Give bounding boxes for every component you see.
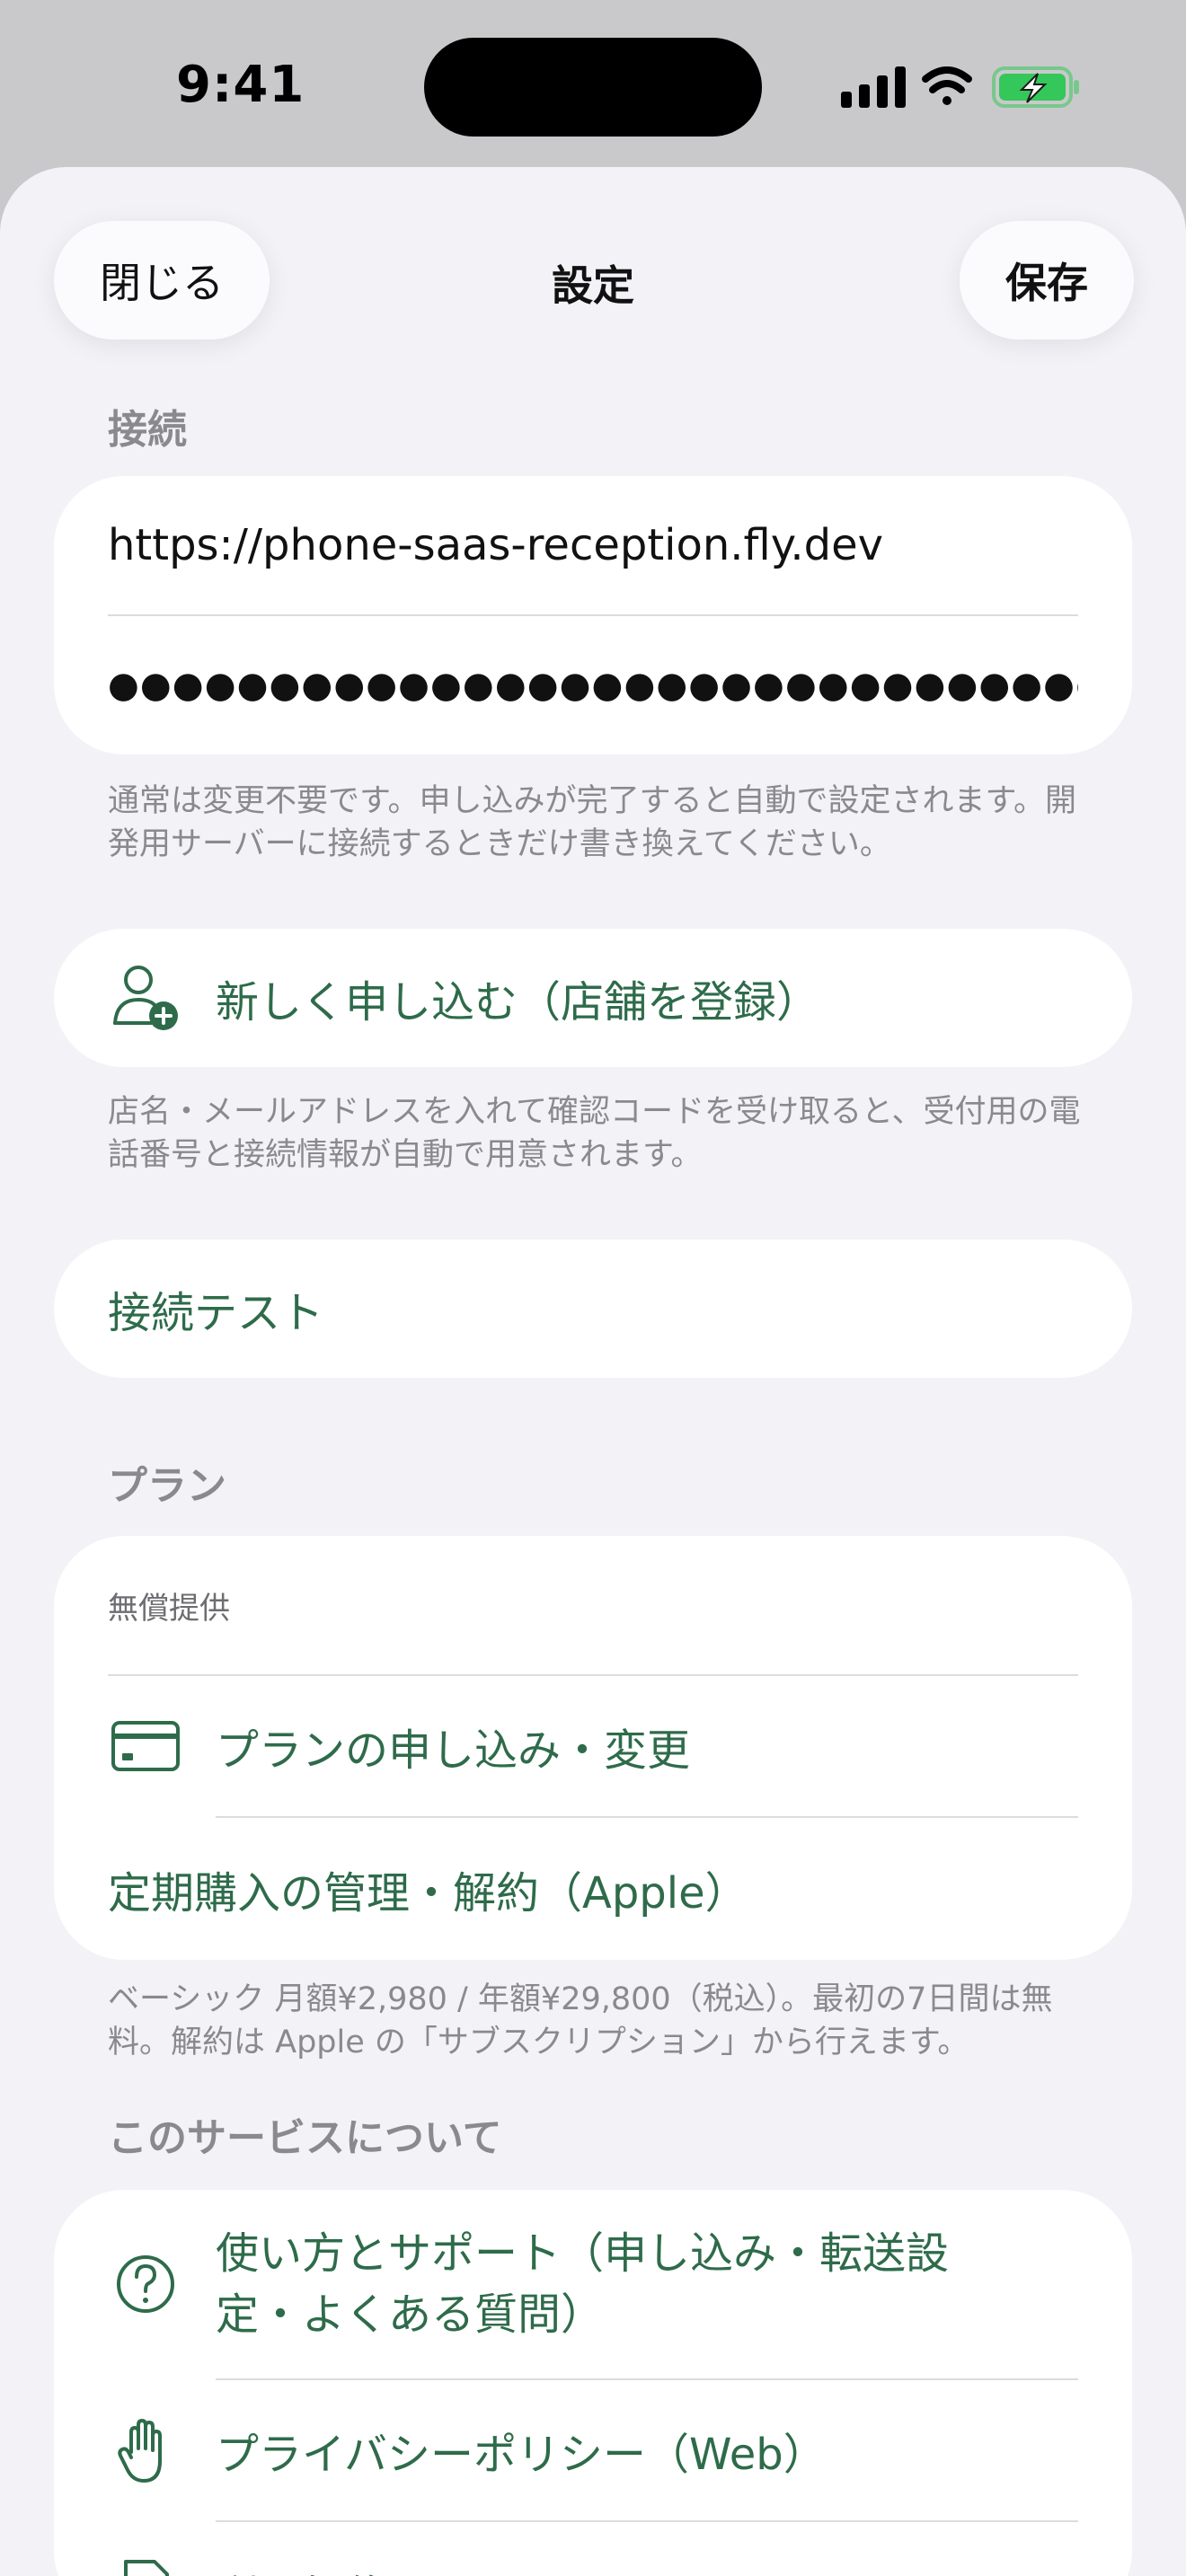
api-key-field[interactable]: ●●●●●●●●●●●●●●●●●●●●●●●●●●●●●●●... bbox=[108, 616, 1078, 754]
connection-test-button[interactable]: 接続テスト bbox=[108, 1239, 1078, 1378]
signup-row[interactable]: 新しく申し込む（店舗を登録） bbox=[108, 929, 1078, 1067]
wifi-icon bbox=[922, 66, 972, 105]
terms-label: 利用規約 bbox=[216, 2561, 388, 2576]
hand-raised-icon bbox=[108, 2413, 183, 2488]
battery-charging-icon bbox=[992, 66, 1079, 108]
section-header-plan: プラン bbox=[108, 1463, 226, 1509]
settings-screen: 9:41 閉じる 設定 保存 接続 https://phone-saas-rec… bbox=[0, 0, 1186, 2576]
help-support-label: 使い方とサポート（申し込み・転送設定・よくある質問） bbox=[216, 2228, 950, 2340]
section-header-about: このサービスについて bbox=[108, 2115, 502, 2161]
dynamic-island bbox=[424, 38, 762, 137]
plan-apply-row[interactable]: プランの申し込み・変更 bbox=[108, 1676, 1078, 1816]
privacy-policy-label: プライバシーポリシー（Web） bbox=[216, 2430, 827, 2480]
plan-card: 無償提供 プランの申し込み・変更 定期購入の管理・解約（Apple） bbox=[54, 1536, 1132, 1960]
settings-sheet: 閉じる 設定 保存 接続 https://phone-saas-receptio… bbox=[0, 167, 1186, 2576]
question-circle-icon bbox=[108, 2246, 183, 2322]
connection-footer: 通常は変更不要です。申し込みが完了すると自動で設定されます。開発用サーバーに接続… bbox=[108, 783, 1077, 862]
manage-subscription-button[interactable]: 定期購入の管理・解約（Apple） bbox=[108, 1818, 1078, 1960]
signup-footer: 店名・メールアドレスを入れて確認コードを受け取ると、受付用の電話番号と接続情報が… bbox=[108, 1094, 1081, 1173]
connection-test-card[interactable]: 接続テスト bbox=[54, 1239, 1132, 1378]
signup-card[interactable]: 新しく申し込む（店舗を登録） bbox=[54, 929, 1132, 1067]
plan-status: 無償提供 bbox=[108, 1590, 230, 1627]
help-support-row[interactable]: 使い方とサポート（申し込み・転送設定・よくある質問） bbox=[108, 2190, 1078, 2378]
person-add-icon bbox=[108, 960, 183, 1036]
plan-footer: ベーシック 月額¥2,980 / 年額¥29,800（税込）。最初の7日間は無料… bbox=[108, 1981, 1053, 2060]
about-card: 使い方とサポート（申し込み・転送設定・よくある質問） プライバシーポリシー（We… bbox=[54, 2190, 1132, 2576]
signup-label: 新しく申し込む（店舗を登録） bbox=[216, 977, 820, 1028]
privacy-policy-row[interactable]: プライバシーポリシー（Web） bbox=[108, 2380, 1078, 2520]
credit-card-icon bbox=[108, 1708, 183, 1784]
cellular-signal-icon bbox=[841, 66, 906, 108]
status-bar: 9:41 bbox=[0, 0, 1186, 171]
connection-card: https://phone-saas-reception.fly.dev ●●●… bbox=[54, 476, 1132, 754]
status-icons bbox=[841, 66, 1079, 108]
status-time: 9:41 bbox=[176, 56, 305, 114]
plan-apply-label: プランの申し込み・変更 bbox=[216, 1725, 691, 1776]
document-icon bbox=[108, 2554, 183, 2576]
save-button[interactable]: 保存 bbox=[960, 221, 1134, 340]
server-url-field[interactable]: https://phone-saas-reception.fly.dev bbox=[108, 476, 1078, 614]
section-header-connection: 接続 bbox=[108, 407, 187, 453]
terms-row[interactable]: 利用規約 bbox=[108, 2522, 1078, 2576]
